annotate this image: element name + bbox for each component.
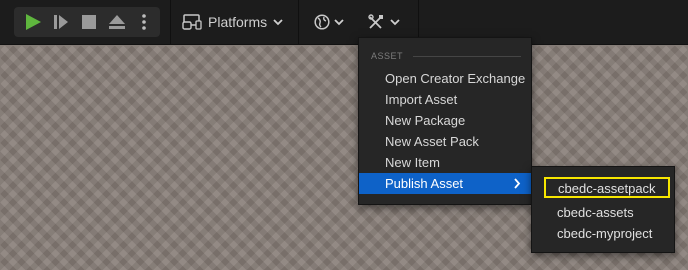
- eject-icon: [109, 15, 125, 29]
- menu-item-open-creator-exchange[interactable]: Open Creator Exchange: [359, 68, 531, 89]
- menu-item-label: New Asset Pack: [385, 134, 479, 149]
- tools-button[interactable]: [368, 9, 400, 35]
- stop-button[interactable]: [76, 7, 102, 37]
- play-controls: [14, 7, 160, 37]
- play-icon: [26, 14, 41, 30]
- submenu-item-cbedc-myproject[interactable]: cbedc-myproject: [532, 223, 674, 244]
- submenu-item-label: cbedc-assetpack: [558, 181, 656, 196]
- more-vertical-icon: [142, 14, 146, 30]
- step-button[interactable]: [48, 7, 74, 37]
- platforms-icon: [182, 14, 202, 30]
- menu-item-new-item[interactable]: New Item: [359, 152, 531, 173]
- menu-item-publish-asset[interactable]: Publish Asset: [359, 173, 531, 194]
- menu-item-label: New Item: [385, 155, 440, 170]
- play-button[interactable]: [20, 7, 46, 37]
- toolbar: Platforms: [0, 0, 688, 45]
- menu-item-label: New Package: [385, 113, 466, 128]
- chevron-down-icon: [334, 19, 344, 26]
- submenu-item-cbedc-assetpack[interactable]: cbedc-assetpack: [544, 177, 670, 198]
- menu-item-label: Publish Asset: [385, 176, 464, 191]
- stop-icon: [82, 15, 96, 29]
- platforms-label: Platforms: [208, 14, 268, 30]
- eject-button[interactable]: [104, 7, 130, 37]
- submenu-item-cbedc-assets[interactable]: cbedc-assets: [532, 202, 674, 223]
- menu-item-import-asset[interactable]: Import Asset: [359, 89, 531, 110]
- submenu-item-label: cbedc-myproject: [557, 226, 653, 241]
- menu-item-new-asset-pack[interactable]: New Asset Pack: [359, 131, 531, 152]
- globe-icon: [314, 14, 330, 30]
- publish-asset-submenu: cbedc-assetpack cbedc-assets cbedc-mypro…: [531, 166, 675, 253]
- step-icon: [54, 15, 68, 29]
- submenu-item-label: cbedc-assets: [557, 205, 634, 220]
- toolbar-divider: [298, 0, 299, 44]
- menu-item-label: Open Creator Exchange: [385, 71, 526, 86]
- menu-item-new-package[interactable]: New Package: [359, 110, 531, 131]
- world-settings-button[interactable]: [314, 9, 344, 35]
- chevron-down-icon: [390, 19, 400, 26]
- platforms-button[interactable]: Platforms: [182, 9, 283, 35]
- menu-header-label: ASSET: [371, 51, 404, 61]
- toolbar-divider: [170, 0, 171, 44]
- more-options-button[interactable]: [134, 7, 154, 37]
- chevron-down-icon: [273, 19, 283, 26]
- menu-item-label: Import Asset: [385, 92, 458, 107]
- tools-icon: [368, 14, 383, 29]
- chevron-right-icon: [514, 178, 521, 189]
- menu-header-divider: [413, 55, 521, 57]
- asset-menu: ASSET Open Creator Exchange Import Asset…: [358, 37, 532, 205]
- menu-section-header: ASSET: [371, 50, 521, 62]
